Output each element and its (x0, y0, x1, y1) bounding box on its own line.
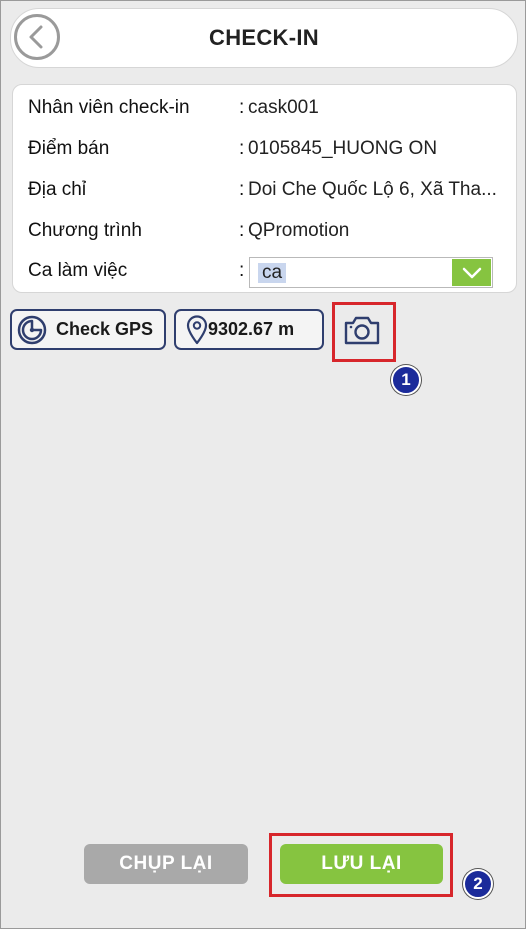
camera-button[interactable] (342, 311, 382, 349)
shift-select[interactable]: ca (249, 257, 493, 288)
gps-radar-icon (17, 315, 47, 344)
checkin-info-card: Nhân viên check-in : cask001 Điểm bán : … (12, 84, 517, 293)
check-gps-button[interactable]: Check GPS (10, 309, 166, 350)
page-title: CHECK-IN (209, 25, 319, 50)
info-row-employee: Nhân viên check-in : cask001 (28, 93, 506, 123)
header-bar: CHECK-IN (10, 8, 518, 68)
outlet-value: 0105845_HUONG ON (248, 138, 438, 159)
camera-icon (344, 316, 380, 345)
retake-button[interactable]: CHỤP LẠI (84, 844, 248, 884)
shift-label: Ca làm việc (28, 260, 128, 281)
check-gps-label: Check GPS (56, 319, 154, 339)
row-colon: : (239, 220, 245, 241)
program-value: QPromotion (248, 220, 350, 241)
info-row-address: Địa chỉ : Doi Che Quốc Lộ 6, Xã Tha... (28, 175, 506, 205)
outlet-label: Điểm bán (28, 138, 110, 159)
address-label: Địa chỉ (28, 179, 87, 200)
app-screen: CHECK-IN Nhân viên check-in : cask001 Đi… (0, 0, 526, 929)
step-badge-1: 1 (391, 365, 421, 395)
row-colon: : (239, 179, 245, 200)
row-colon: : (239, 97, 245, 118)
program-label: Chương trình (28, 220, 142, 241)
employee-value: cask001 (248, 97, 319, 118)
address-value: Doi Che Quốc Lộ 6, Xã Tha... (248, 179, 497, 200)
row-colon: : (239, 260, 245, 281)
info-row-shift: Ca làm việc : ca (28, 256, 506, 288)
map-pin-icon (186, 314, 208, 344)
chevron-down-icon (462, 267, 481, 278)
employee-label: Nhân viên check-in (28, 97, 190, 118)
distance-display: 9302.67 m (174, 309, 324, 350)
row-colon: : (239, 138, 245, 159)
step-badge-2: 2 (463, 869, 493, 899)
distance-value: 9302.67 m (208, 319, 295, 339)
shift-selected-value: ca (258, 263, 287, 283)
info-row-program: Chương trình : QPromotion (28, 216, 506, 246)
save-button[interactable]: LƯU LẠI (280, 844, 443, 884)
info-row-outlet: Điểm bán : 0105845_HUONG ON (28, 134, 506, 164)
shift-dropdown-button[interactable] (452, 259, 491, 286)
